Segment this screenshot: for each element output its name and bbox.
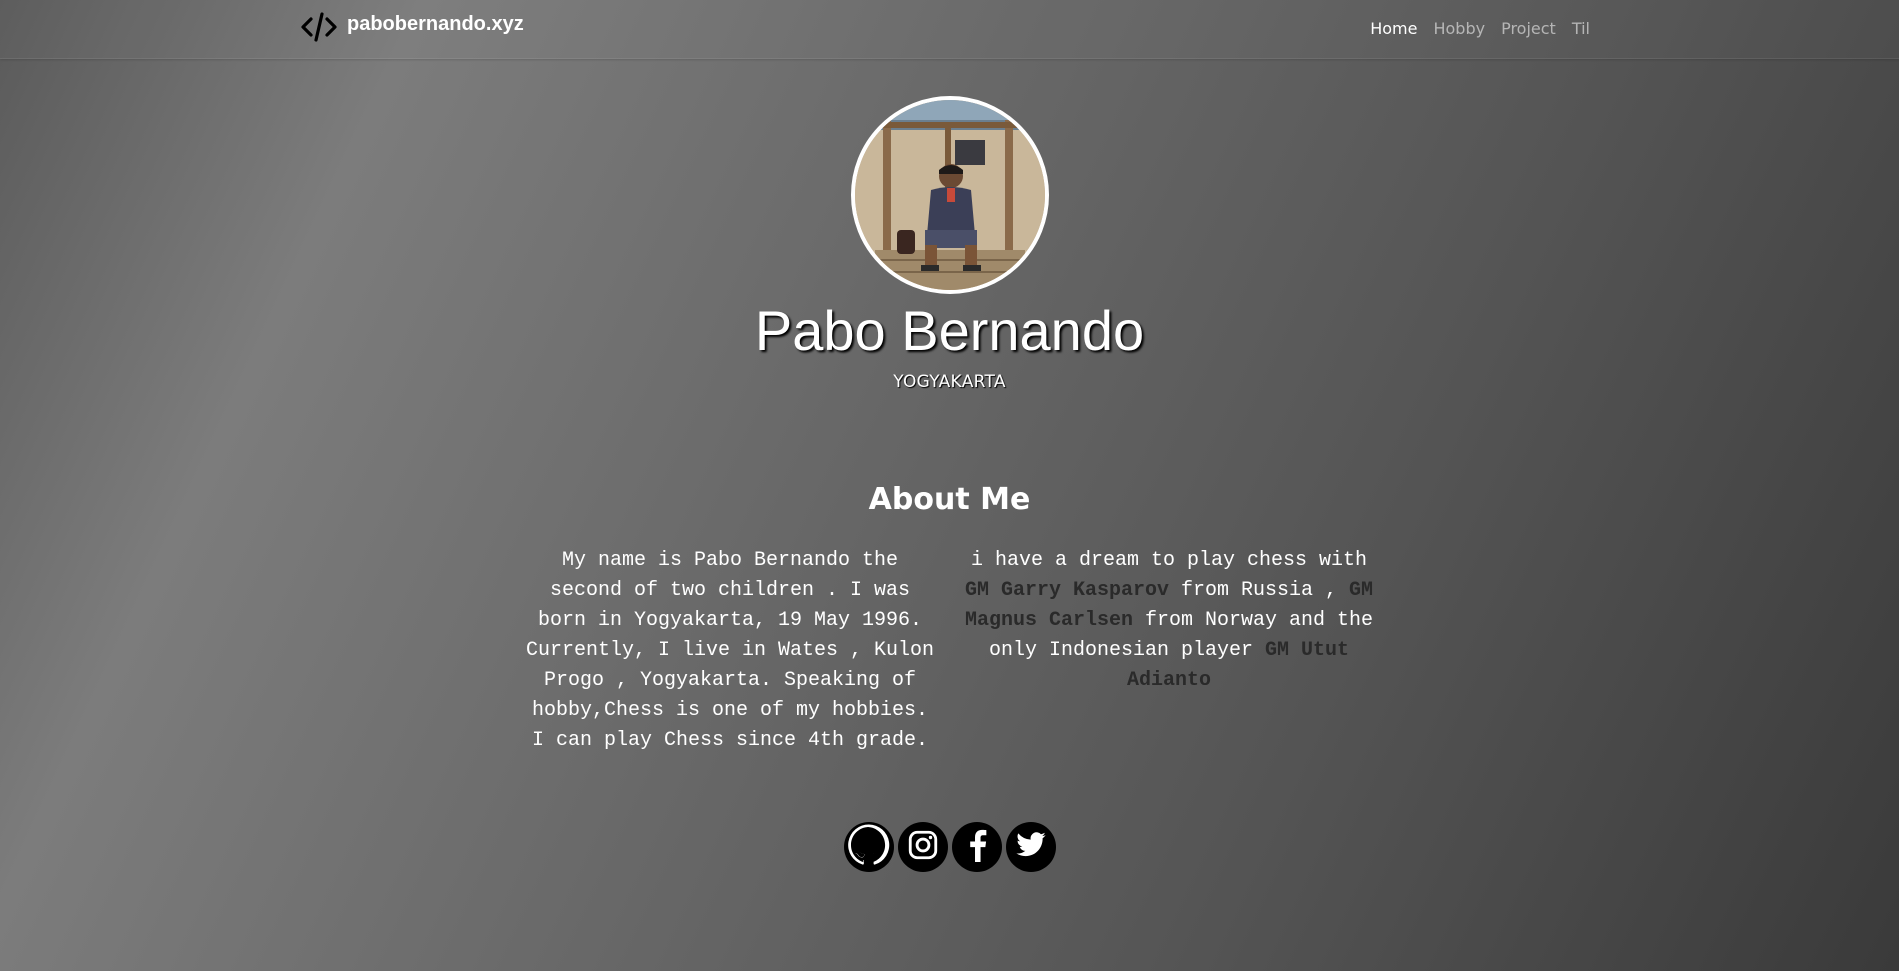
dream-text-1: i have a dream to play chess with [970, 549, 1368, 572]
twitter-icon [1015, 829, 1047, 865]
nav-til[interactable]: Til [1572, 19, 1590, 38]
about-text-left: My name is Pabo Bernando the second of t… [525, 549, 935, 752]
nav-links: Home Hobby Project Til [1370, 19, 1590, 38]
brand-name: pabobernando.xyz [347, 12, 524, 35]
brand-link[interactable]: pabobernando.xyz [300, 10, 524, 44]
code-icon [300, 10, 338, 44]
github-icon [846, 822, 892, 872]
instagram-link[interactable] [898, 822, 948, 872]
profile-avatar [851, 96, 1049, 294]
twitter-link[interactable] [1006, 822, 1056, 872]
facebook-icon [963, 828, 991, 866]
facebook-link[interactable] [952, 822, 1002, 872]
about-title: About Me [868, 482, 1031, 517]
instagram-icon [906, 828, 940, 866]
gm-kasparov: GM Garry Kasparov [964, 579, 1169, 602]
nav-project[interactable]: Project [1501, 19, 1556, 38]
about-text-right: i have a dream to play chess with GM Gar… [959, 546, 1379, 696]
nav-home[interactable]: Home [1370, 19, 1417, 38]
profile-location: YOGYAKARTA [893, 372, 1006, 392]
profile-name: Pabo Bernando [754, 299, 1145, 362]
navbar: pabobernando.xyz Home Hobby Project Til [0, 0, 1899, 59]
nav-hobby[interactable]: Hobby [1433, 19, 1485, 38]
social-links [844, 822, 1056, 872]
github-link[interactable] [844, 822, 894, 872]
dream-text-2: from Russia , [1169, 579, 1350, 602]
